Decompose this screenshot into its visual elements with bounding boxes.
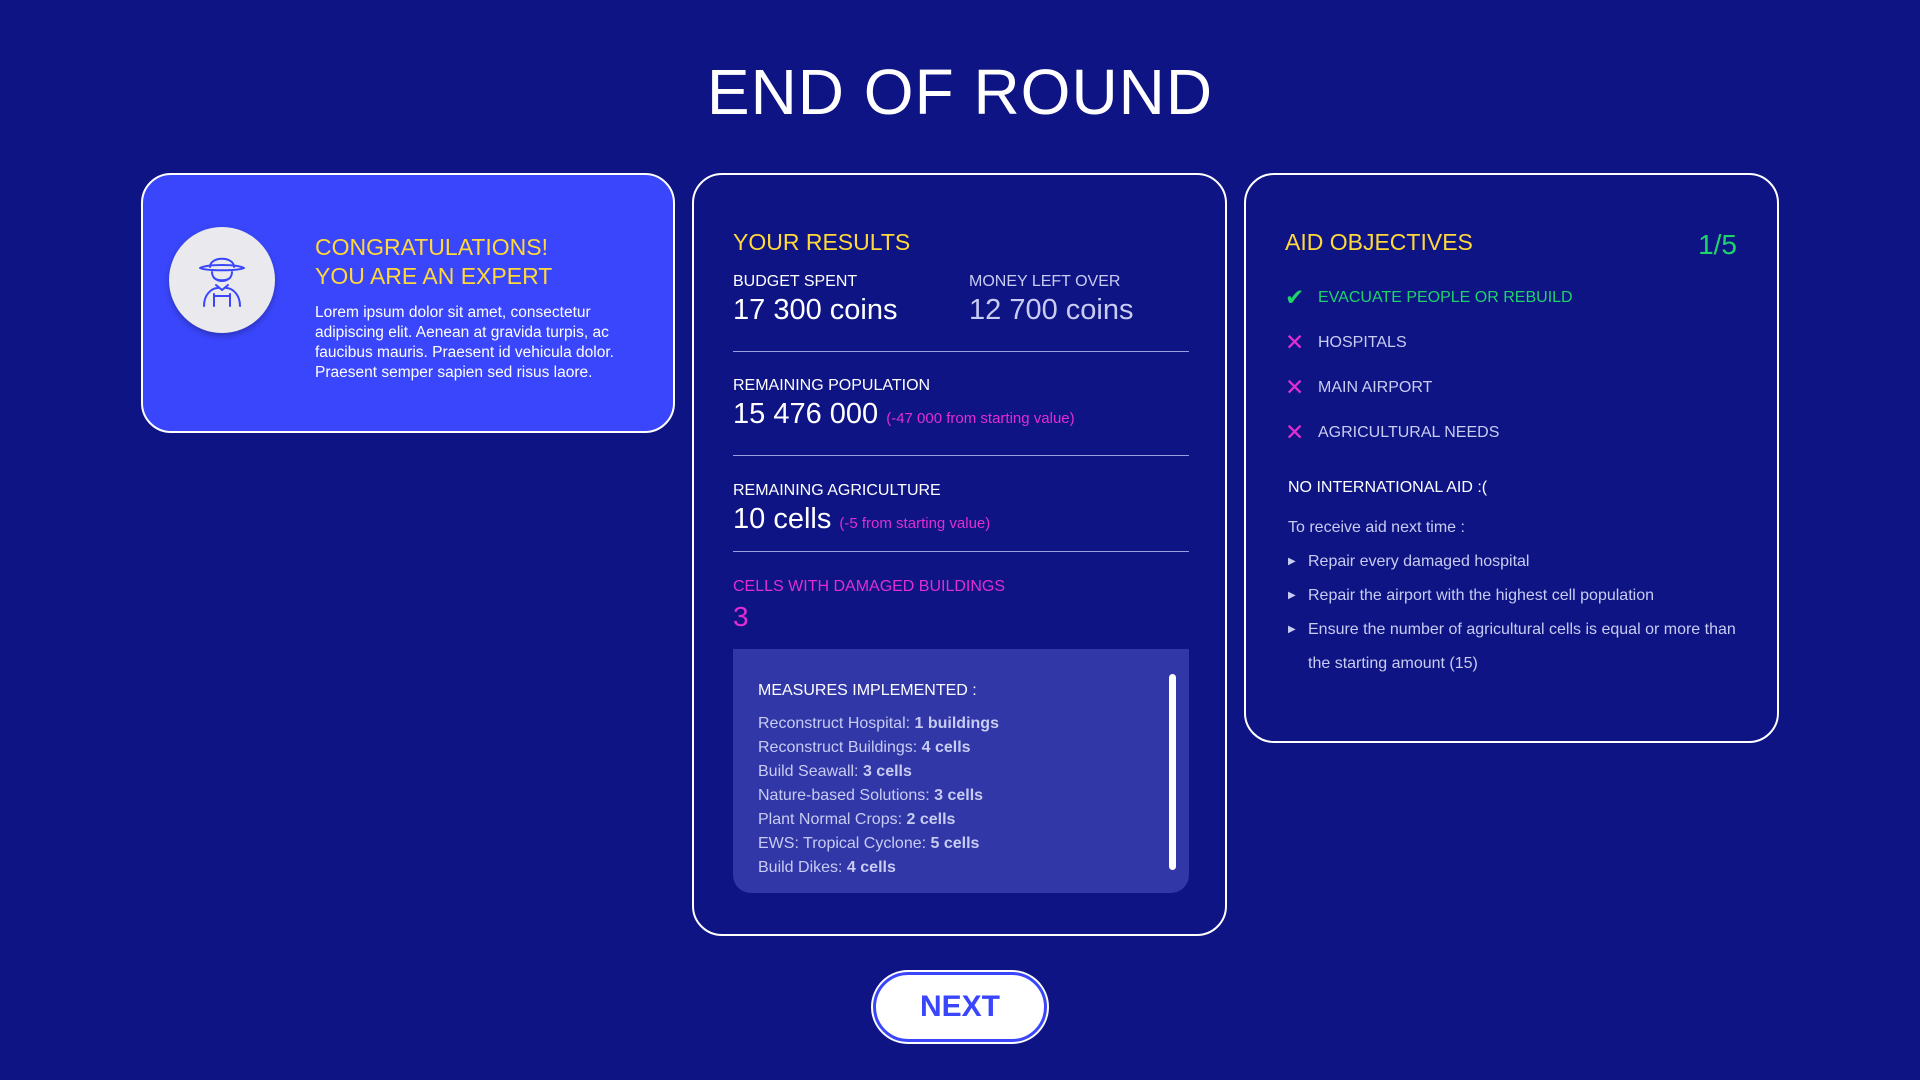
divider — [733, 455, 1189, 456]
measures-panel[interactable]: MEASURES IMPLEMENTED : Reconstruct Hospi… — [733, 649, 1189, 893]
measure-amount: 5 cells — [930, 835, 980, 852]
expert-line: YOU ARE AN EXPERT — [315, 263, 553, 289]
measures-scrollbar[interactable] — [1169, 674, 1176, 870]
requirements-list: ▶ Repair every damaged hospital ▶ Repair t… — [1288, 545, 1748, 681]
population-label: REMAINING POPULATION — [733, 377, 931, 394]
aid-title: AID OBJECTIVES — [1285, 229, 1473, 255]
measure-amount: 3 cells — [862, 763, 912, 780]
money-left-value: 12 700 coins — [969, 294, 1134, 326]
population-delta: (-47 000 from starting value) — [886, 410, 1075, 427]
cross-icon: ✕ — [1285, 374, 1305, 400]
page-title: END OF ROUND — [706, 56, 1214, 128]
measure-item: Build Dikes: 4 cells — [758, 856, 999, 880]
measures-list: Reconstruct Hospital: 1 buildings Recons… — [758, 712, 999, 880]
budget-spent: BUDGET SPENT 17 300 coins — [733, 273, 897, 327]
measure-amount: 1 buildings — [914, 715, 999, 732]
requirement-text: Repair the airport with the highest cell… — [1308, 587, 1654, 604]
measure-amount: 3 cells — [934, 787, 984, 804]
money-left-label: MONEY LEFT OVER — [969, 273, 1121, 290]
measure-name: Reconstruct Buildings: — [758, 739, 922, 756]
remaining-population: REMAINING POPULATION 15 476 000 (-47 000… — [733, 377, 1075, 431]
measure-name: Reconstruct Hospital: — [758, 715, 915, 732]
next-button[interactable]: NEXT — [873, 972, 1047, 1042]
divider — [733, 351, 1189, 352]
damaged-buildings-label: CELLS WITH DAMAGED BUILDINGS — [733, 578, 1006, 595]
measure-amount: 4 cells — [846, 859, 896, 876]
requirement-item: ▶ Ensure the number of agricultural cells… — [1288, 613, 1748, 681]
congrats-heading: CONGRATULATIONS! YOU ARE AN EXPERT — [315, 233, 655, 291]
agriculture-delta: (-5 from starting value) — [839, 515, 991, 532]
cross-icon: ✕ — [1285, 329, 1305, 355]
population-row: 15 476 000 (-47 000 from starting value) — [733, 398, 1075, 431]
agriculture-value: 10 cells — [733, 503, 832, 535]
aid-objectives-card: AID OBJECTIVES 1/5 ✔ EVACUATE PEOPLE OR … — [1244, 173, 1779, 743]
measure-name: Build Dikes: — [758, 859, 847, 876]
measure-item: Reconstruct Buildings: 4 cells — [758, 736, 999, 760]
expert-card: CONGRATULATIONS! YOU ARE AN EXPERT Lorem… — [141, 173, 675, 433]
requirement-text: Repair every damaged hospital — [1308, 553, 1530, 570]
farmer-icon — [169, 227, 275, 333]
aid-count: 1/5 — [1698, 229, 1737, 260]
results-title: YOUR RESULTS — [733, 229, 911, 255]
objective-label: HOSPITALS — [1318, 333, 1407, 351]
objective-label: AGRICULTURAL NEEDS — [1318, 423, 1500, 441]
measure-name: Nature-based Solutions: — [758, 787, 935, 804]
measure-amount: 2 cells — [906, 811, 956, 828]
requirement-item: ▶ Repair the airport with the highest cel… — [1288, 579, 1748, 613]
requirement-item: ▶ Repair every damaged hospital — [1288, 545, 1748, 579]
objective-item: ✕ HOSPITALS — [1285, 320, 1573, 365]
objective-item: ✕ AGRICULTURAL NEEDS — [1285, 410, 1573, 455]
measures-title: MEASURES IMPLEMENTED : — [758, 682, 977, 699]
measure-item: Nature-based Solutions: 3 cells — [758, 784, 999, 808]
measure-name: Build Seawall: — [758, 763, 863, 780]
measure-name: EWS: Tropical Cyclone: — [758, 835, 931, 852]
objectives-list: ✔ EVACUATE PEOPLE OR REBUILD ✕ HOSPITALS… — [1285, 275, 1573, 455]
check-icon: ✔ — [1285, 284, 1305, 310]
measure-item: Plant Normal Crops: 2 cells — [758, 808, 999, 832]
measure-name: Plant Normal Crops: — [758, 811, 907, 828]
triangle-bullet-icon: ▶ — [1288, 624, 1296, 635]
measure-item: Build Seawall: 3 cells — [758, 760, 999, 784]
budget-spent-value: 17 300 coins — [733, 294, 898, 326]
expert-description: Lorem ipsum dolor sit amet, consectetur … — [315, 304, 614, 381]
measure-amount: 4 cells — [921, 739, 971, 756]
objective-label: MAIN AIRPORT — [1318, 378, 1433, 396]
agriculture-row: 10 cells (-5 from starting value) — [733, 503, 990, 536]
triangle-bullet-icon: ▶ — [1288, 590, 1296, 601]
congrats-line: CONGRATULATIONS! — [315, 234, 548, 260]
requirement-text: Ensure the number of agricultural cells … — [1308, 621, 1736, 672]
no-aid-message: NO INTERNATIONAL AID :( — [1288, 479, 1488, 496]
triangle-bullet-icon: ▶ — [1288, 556, 1296, 567]
population-value: 15 476 000 — [733, 398, 879, 430]
measure-item: EWS: Tropical Cyclone: 5 cells — [758, 832, 999, 856]
remaining-agriculture: REMAINING AGRICULTURE 10 cells (-5 from … — [733, 482, 990, 536]
objective-item: ✕ MAIN AIRPORT — [1285, 365, 1573, 410]
agriculture-label: REMAINING AGRICULTURE — [733, 482, 941, 499]
results-card: YOUR RESULTS BUDGET SPENT 17 300 coins M… — [692, 173, 1227, 936]
money-left: MONEY LEFT OVER 12 700 coins — [969, 273, 1133, 327]
objective-item: ✔ EVACUATE PEOPLE OR REBUILD — [1285, 275, 1573, 320]
budget-spent-label: BUDGET SPENT — [733, 273, 858, 290]
cross-icon: ✕ — [1285, 419, 1305, 445]
divider — [733, 551, 1189, 552]
measure-item: Reconstruct Hospital: 1 buildings — [758, 712, 999, 736]
aid-hint: To receive aid next time : — [1288, 519, 1465, 536]
objective-label: EVACUATE PEOPLE OR REBUILD — [1318, 288, 1573, 306]
damaged-buildings-value: 3 — [733, 601, 749, 632]
